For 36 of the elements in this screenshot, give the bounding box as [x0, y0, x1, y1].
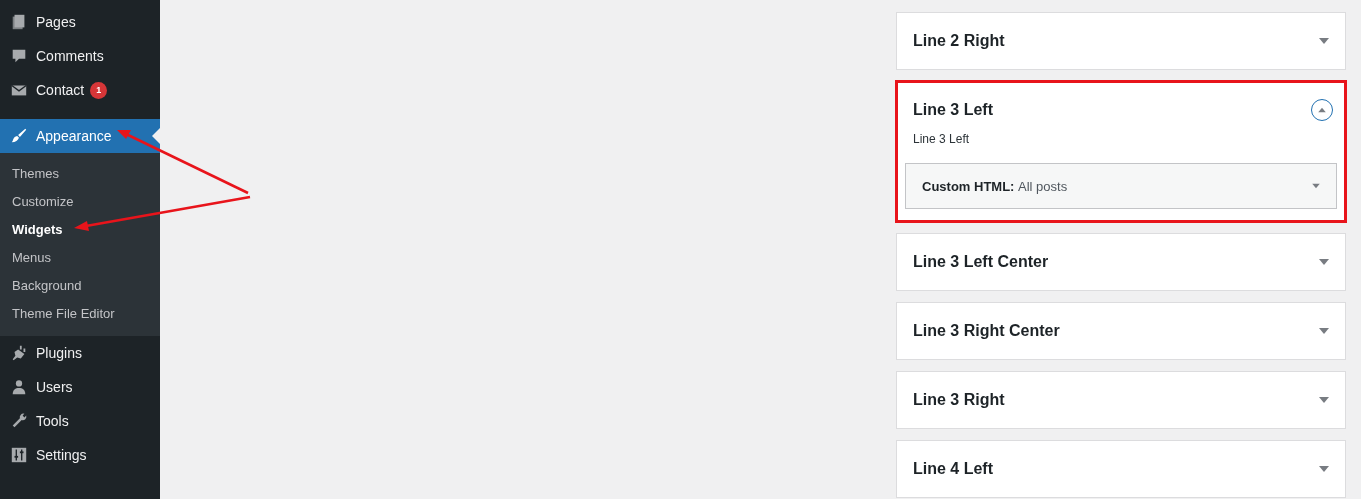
- submenu-item[interactable]: Customize: [0, 188, 160, 216]
- widget-area-title[interactable]: Line 4 Left: [913, 460, 993, 478]
- expand-icon[interactable]: [1319, 258, 1329, 266]
- user-icon: [10, 378, 28, 396]
- expand-icon[interactable]: [1319, 37, 1329, 45]
- wrench-icon: [10, 412, 28, 430]
- count-badge: 1: [90, 81, 108, 99]
- plug-icon: [10, 344, 28, 362]
- widget-area-title[interactable]: Line 2 Right: [913, 32, 1005, 50]
- sidebar-item[interactable]: Settings: [0, 438, 160, 472]
- sidebar-item[interactable]: Comments: [0, 39, 160, 73]
- brush-icon: [10, 127, 28, 145]
- sidebar-item[interactable]: Appearance: [0, 119, 160, 153]
- widget-area-title[interactable]: Line 3 Left Center: [913, 253, 1049, 271]
- sidebar-item[interactable]: Contact 1: [0, 73, 160, 107]
- widget-area-title[interactable]: Line 3 Left: [913, 101, 993, 119]
- submenu-item[interactable]: Themes: [0, 160, 160, 188]
- sliders-icon: [10, 446, 28, 464]
- expand-icon[interactable]: [1319, 396, 1329, 404]
- submenu-item[interactable]: Menus: [0, 244, 160, 272]
- expand-icon[interactable]: [1312, 183, 1320, 189]
- widget-area-title[interactable]: Line 3 Right: [913, 391, 1005, 409]
- widget-item[interactable]: Custom HTML: All posts: [905, 163, 1337, 209]
- sidebar-item[interactable]: Tools: [0, 404, 160, 438]
- widget-title: Custom HTML: All posts: [922, 178, 1068, 194]
- submenu-item[interactable]: Widgets: [0, 216, 160, 244]
- widget-area-description: Line 3 Left: [912, 132, 971, 146]
- expand-icon[interactable]: [1319, 327, 1329, 335]
- submenu-item[interactable]: Theme File Editor: [0, 300, 160, 328]
- expand-icon[interactable]: [1319, 465, 1329, 473]
- sidebar-item[interactable]: Pages: [0, 5, 160, 39]
- comment-icon: [10, 47, 28, 65]
- submenu-item[interactable]: Background: [0, 272, 160, 300]
- sidebar-item[interactable]: Plugins: [0, 336, 160, 370]
- sidebar-item[interactable]: Users: [0, 370, 160, 404]
- widget-area-title[interactable]: Line 3 Right Center: [913, 322, 1060, 340]
